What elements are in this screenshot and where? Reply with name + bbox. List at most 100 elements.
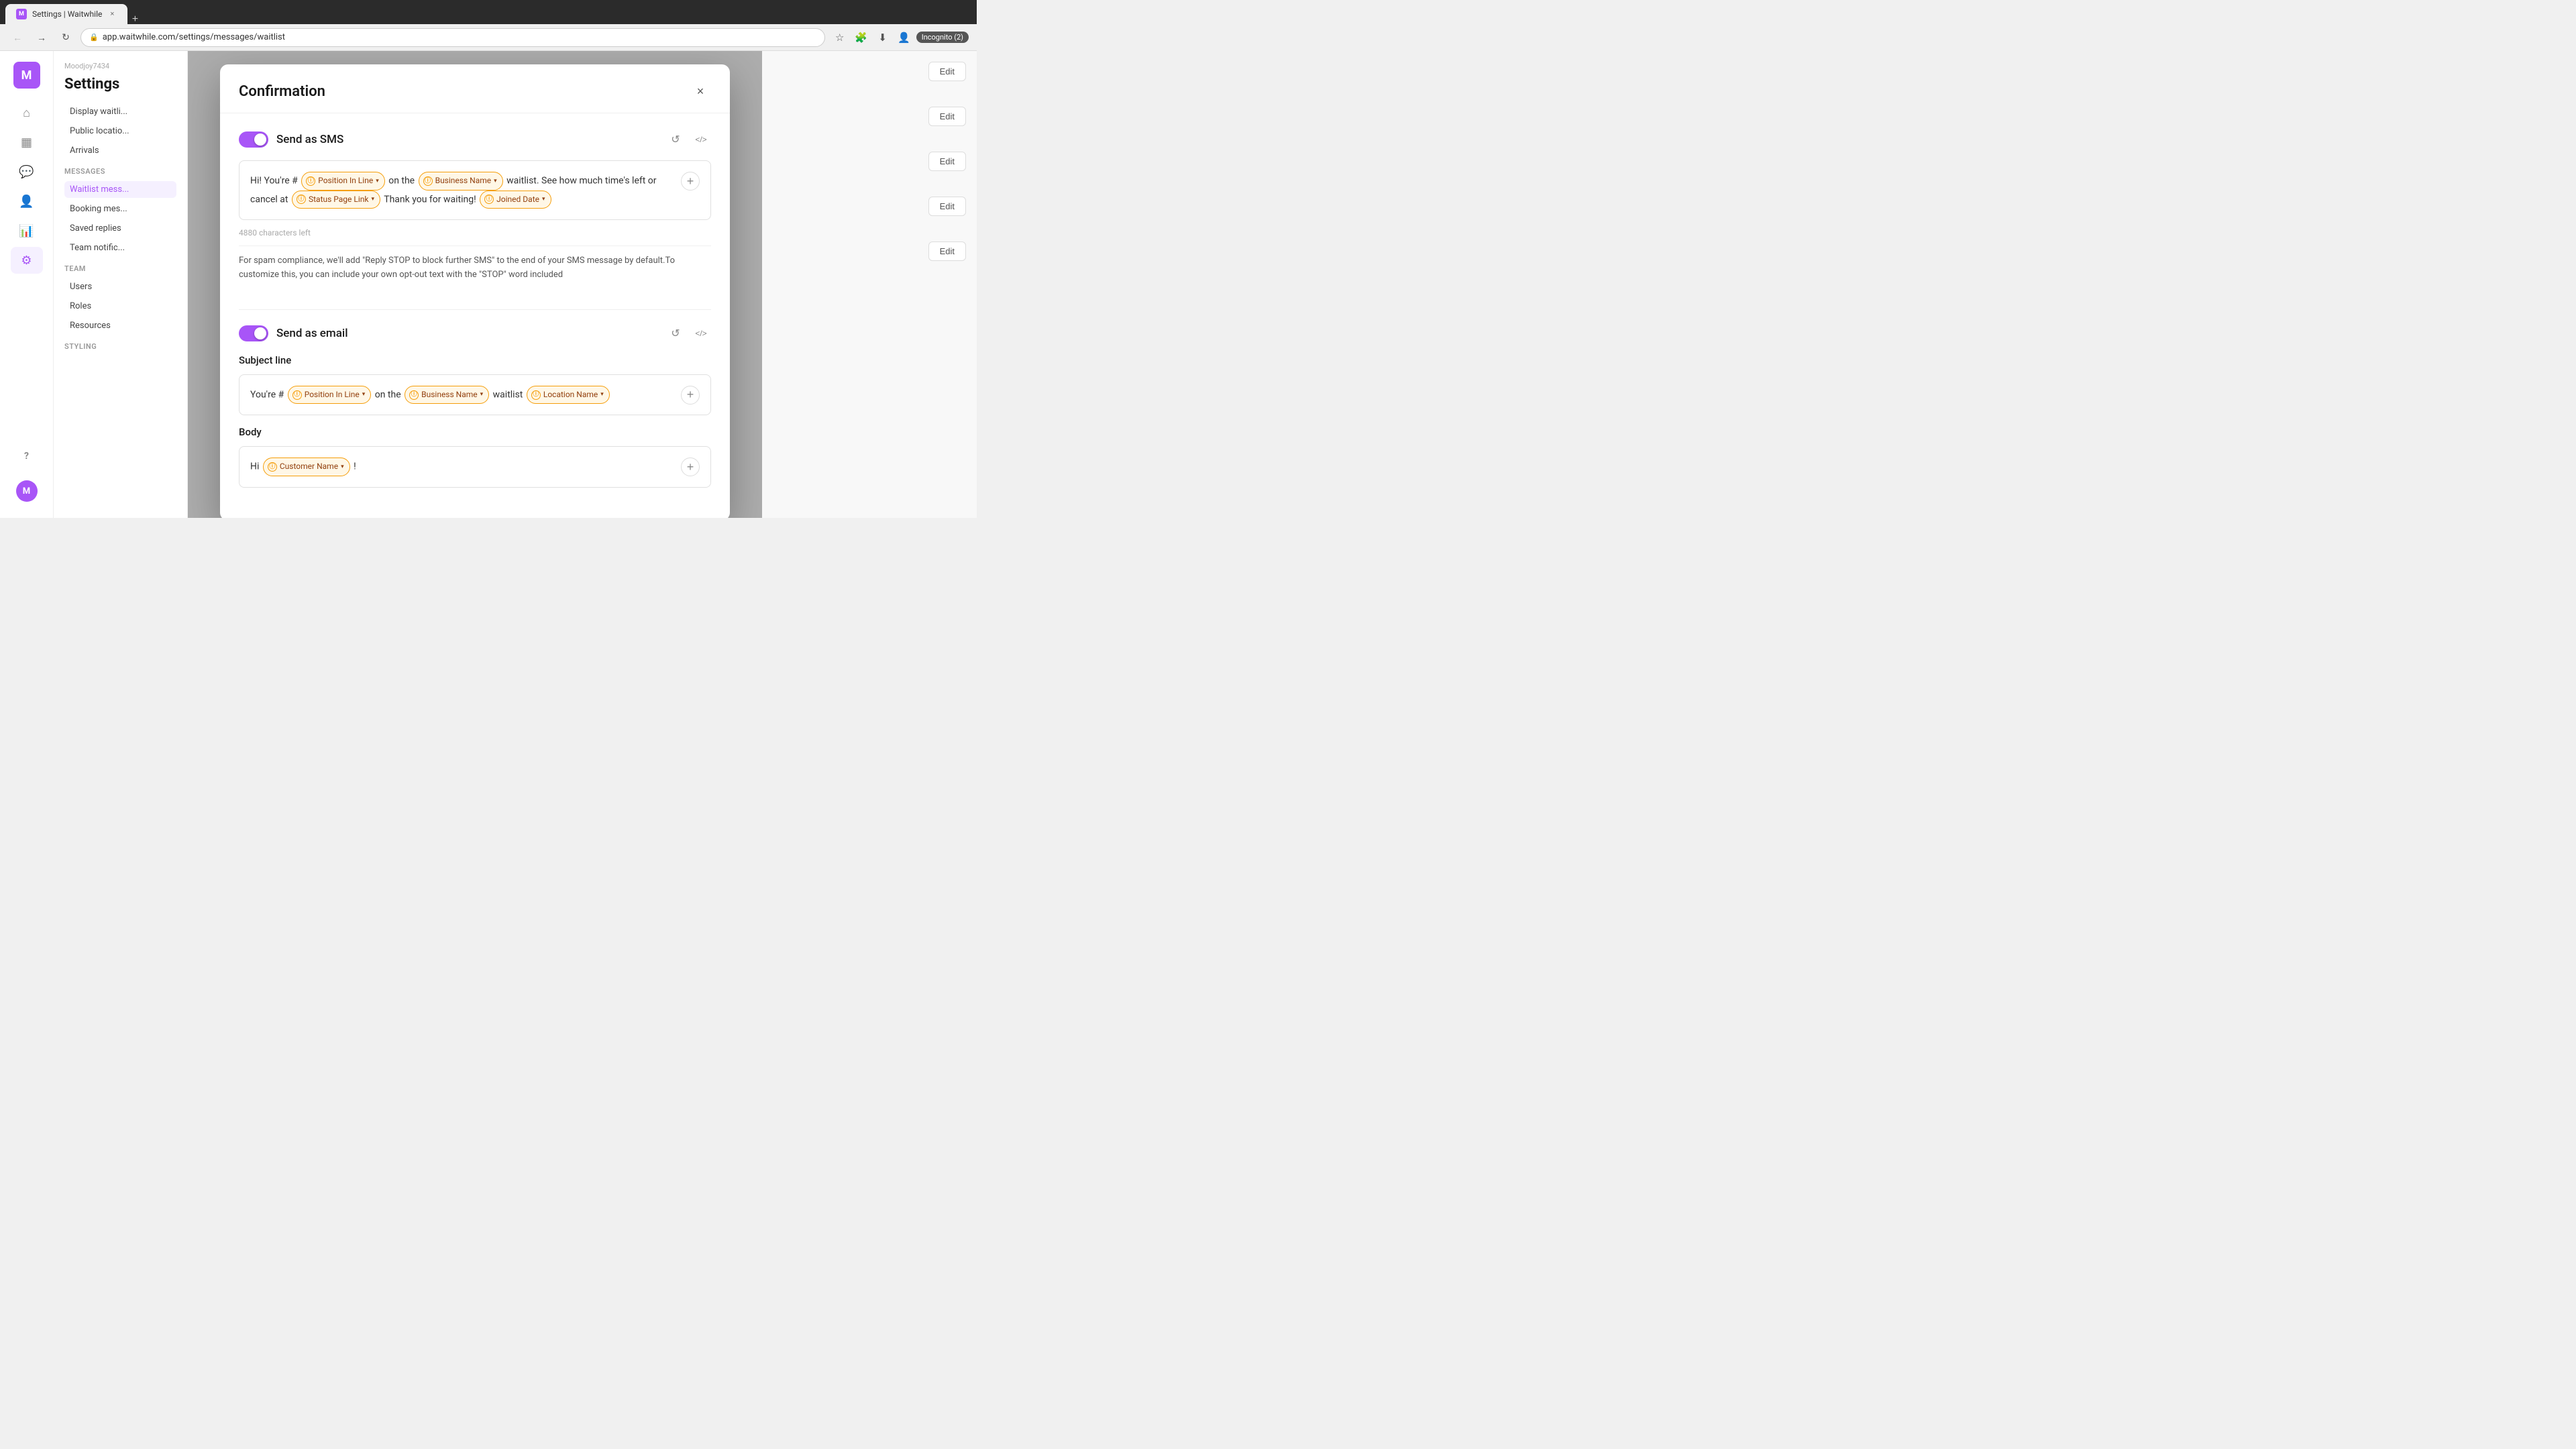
sms-tag-position-label: Position In Line bbox=[318, 174, 373, 189]
modal-close-button[interactable]: × bbox=[690, 80, 711, 102]
subject-tag-position[interactable]: ⓘ Position In Line ▾ bbox=[288, 386, 372, 405]
edit-button-5[interactable]: Edit bbox=[928, 241, 966, 261]
sms-toggle[interactable] bbox=[239, 131, 268, 148]
subject-tag-position-label: Position In Line bbox=[305, 388, 360, 402]
nav-resources[interactable]: Resources bbox=[64, 317, 176, 334]
url-bar[interactable]: 🔒 app.waitwhile.com/settings/messages/wa… bbox=[80, 28, 825, 47]
incognito-badge: Incognito (2) bbox=[916, 32, 969, 43]
sidebar-item-help[interactable]: ? bbox=[11, 443, 43, 470]
tab-favicon: M bbox=[16, 9, 27, 19]
body-add-button[interactable]: + bbox=[681, 458, 700, 476]
refresh-button[interactable]: ↻ bbox=[56, 28, 75, 47]
sidebar-item-analytics[interactable]: 📊 bbox=[11, 217, 43, 244]
email-refresh-button[interactable]: ↺ bbox=[665, 323, 686, 343]
nav-waitlist-messages[interactable]: Waitlist mess... bbox=[64, 181, 176, 198]
nav-arrivals[interactable]: Arrivals bbox=[64, 142, 176, 159]
email-toggle[interactable] bbox=[239, 325, 268, 341]
sms-tag-joined-label: Joined Date bbox=[496, 193, 539, 207]
extensions-button[interactable]: 🧩 bbox=[852, 28, 871, 47]
sidebar-nav: ⌂ ▦ 💬 👤 📊 ⚙ bbox=[0, 99, 53, 274]
app-layout: M ⌂ ▦ 💬 👤 📊 ⚙ ? M Moodjoy7434 Settings D… bbox=[0, 51, 977, 518]
sms-tag-joined-chevron: ▾ bbox=[542, 194, 545, 205]
back-button[interactable]: ← bbox=[8, 28, 27, 47]
subject-tag-position-chevron: ▾ bbox=[362, 389, 366, 400]
subject-tag-business[interactable]: ⓘ Business Name ▾ bbox=[405, 386, 489, 405]
subject-tag-location-icon: ⓘ bbox=[531, 390, 541, 400]
left-panel: Moodjoy7434 Settings Display waitli... P… bbox=[54, 51, 188, 518]
address-bar: ← → ↻ 🔒 app.waitwhile.com/settings/messa… bbox=[0, 24, 977, 51]
sms-tag-joined-icon: ⓘ bbox=[484, 195, 494, 204]
nav-saved-replies[interactable]: Saved replies bbox=[64, 220, 176, 237]
sms-message-area[interactable]: + Hi! You're # ⓘ Position In Line ▾ on t… bbox=[239, 160, 711, 220]
sms-tag-status-label: Status Page Link bbox=[309, 193, 369, 207]
nav-public-location[interactable]: Public locatio... bbox=[64, 123, 176, 140]
tab-bar: M Settings | Waitwhile × + bbox=[0, 0, 977, 24]
active-tab[interactable]: M Settings | Waitwhile × bbox=[5, 4, 127, 24]
sms-tag-business[interactable]: ⓘ Business Name ▾ bbox=[419, 172, 503, 191]
url-text: app.waitwhile.com/settings/messages/wait… bbox=[103, 32, 285, 42]
sms-tag-status-icon: ⓘ bbox=[297, 195, 306, 204]
forward-button[interactable]: → bbox=[32, 28, 51, 47]
sidebar-item-home[interactable]: ⌂ bbox=[11, 99, 43, 126]
subject-tag-location[interactable]: ⓘ Location Name ▾ bbox=[527, 386, 610, 405]
body-text-2: ! bbox=[354, 462, 356, 472]
browser-chrome: M Settings | Waitwhile × + ← → ↻ 🔒 app.w… bbox=[0, 0, 977, 51]
sms-code-button[interactable]: </> bbox=[691, 129, 711, 150]
user-avatar-bottom[interactable]: M bbox=[16, 480, 38, 502]
subject-tag-business-chevron: ▾ bbox=[480, 389, 484, 400]
tab-close-button[interactable]: × bbox=[107, 9, 117, 19]
nav-users[interactable]: Users bbox=[64, 278, 176, 295]
breadcrumb: Moodjoy7434 bbox=[64, 62, 176, 70]
nav-roles[interactable]: Roles bbox=[64, 298, 176, 315]
new-tab-button[interactable]: + bbox=[130, 15, 140, 24]
confirmation-modal: Confirmation × Send as SMS bbox=[220, 64, 730, 518]
nav-booking-messages[interactable]: Booking mes... bbox=[64, 201, 176, 217]
sms-toggle-knob bbox=[254, 133, 266, 146]
body-tag-customer-label: Customer Name bbox=[280, 460, 338, 474]
sidebar-item-users[interactable]: 👤 bbox=[11, 188, 43, 215]
sms-text-1: Hi! You're # bbox=[250, 176, 300, 186]
sms-section-left: Send as SMS bbox=[239, 131, 343, 148]
sms-section-actions: ↺ </> bbox=[665, 129, 711, 150]
sms-tag-status-chevron: ▾ bbox=[371, 194, 374, 205]
download-button[interactable]: ⬇ bbox=[873, 28, 892, 47]
body-tag-customer-chevron: ▾ bbox=[341, 462, 344, 472]
modal-body: Send as SMS ↺ </> + Hi! You're # ⓘ bbox=[220, 113, 730, 518]
sms-tag-joined[interactable]: ⓘ Joined Date ▾ bbox=[480, 191, 551, 209]
email-section: Send as email ↺ </> Subject line + You'r… bbox=[239, 323, 711, 488]
subject-text-3: waitlist bbox=[493, 389, 525, 400]
sidebar-item-calendar[interactable]: ▦ bbox=[11, 129, 43, 156]
modal-overlay[interactable]: Confirmation × Send as SMS bbox=[188, 51, 762, 518]
edit-row-5: Edit bbox=[773, 241, 966, 261]
email-section-header: Send as email ↺ </> bbox=[239, 323, 711, 343]
sms-char-count: 4880 characters left bbox=[239, 228, 711, 237]
sms-tag-position-icon: ⓘ bbox=[306, 176, 315, 186]
nav-display-waitlist[interactable]: Display waitli... bbox=[64, 103, 176, 120]
sidebar-item-chat[interactable]: 💬 bbox=[11, 158, 43, 185]
subject-message-area[interactable]: + You're # ⓘ Position In Line ▾ on the ⓘ… bbox=[239, 374, 711, 416]
edit-button-2[interactable]: Edit bbox=[928, 107, 966, 126]
body-tag-customer[interactable]: ⓘ Customer Name ▾ bbox=[263, 458, 350, 476]
edit-button-3[interactable]: Edit bbox=[928, 152, 966, 171]
email-code-button[interactable]: </> bbox=[691, 323, 711, 343]
sms-refresh-button[interactable]: ↺ bbox=[665, 129, 686, 150]
sidebar-item-settings[interactable]: ⚙ bbox=[11, 247, 43, 274]
sms-tag-position[interactable]: ⓘ Position In Line ▾ bbox=[301, 172, 385, 191]
sms-tag-business-label: Business Name bbox=[435, 174, 492, 189]
edit-button-1[interactable]: Edit bbox=[928, 62, 966, 81]
avatar: M bbox=[13, 62, 40, 89]
bookmark-button[interactable]: ☆ bbox=[830, 28, 849, 47]
subject-add-button[interactable]: + bbox=[681, 386, 700, 405]
subject-tag-position-icon: ⓘ bbox=[292, 390, 302, 400]
email-section-title: Send as email bbox=[276, 327, 348, 340]
body-message-area[interactable]: + Hi ⓘ Customer Name ▾ ! bbox=[239, 446, 711, 488]
edit-button-4[interactable]: Edit bbox=[928, 197, 966, 216]
sms-text-2: on the bbox=[388, 176, 417, 186]
profile-button[interactable]: 👤 bbox=[895, 28, 914, 47]
edit-row-1: Edit bbox=[773, 62, 966, 81]
nav-team-notifications[interactable]: Team notific... bbox=[64, 239, 176, 256]
subject-text-1: You're # bbox=[250, 389, 286, 400]
sms-tag-status[interactable]: ⓘ Status Page Link ▾ bbox=[292, 191, 380, 209]
sms-add-button[interactable]: + bbox=[681, 172, 700, 191]
tab-title: Settings | Waitwhile bbox=[32, 9, 102, 19]
